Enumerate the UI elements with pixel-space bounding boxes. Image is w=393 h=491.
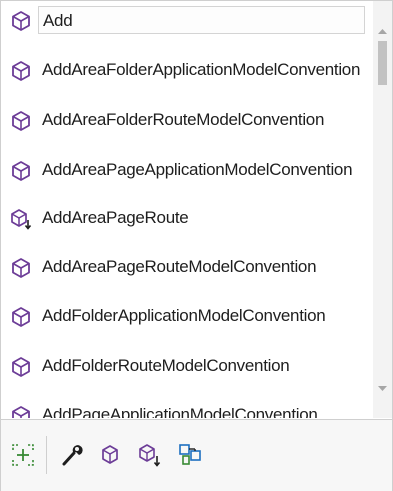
scroll-down-arrow-icon[interactable] [373,382,392,418]
completion-item-label: AddPageApplicationModelConvention [42,405,318,418]
completion-item-label: AddAreaPageRouteModelConvention [42,257,317,276]
completion-item-label: AddAreaFolderRouteModelConvention [42,110,325,129]
extension-method-icon [10,208,32,230]
method-icon [10,257,32,279]
method-icon [10,356,32,378]
vertical-scrollbar[interactable] [373,1,392,418]
method-filter-icon[interactable] [97,442,123,468]
method-icon [10,160,32,182]
class-filter-icon[interactable] [177,442,203,468]
completion-item[interactable]: AddFolderApplicationModelConvention [1,297,373,337]
scroll-up-arrow-icon[interactable] [373,1,392,37]
method-icon [10,10,32,32]
completion-filter-toolbar [1,419,392,491]
method-icon [10,110,32,132]
toolbar-separator [46,436,47,474]
method-icon [10,405,32,418]
completion-item[interactable]: AddAreaPageRouteModelConvention [1,248,373,288]
completion-list: Add AddAreaFolderApplicationModelConvent… [1,1,373,418]
scrollbar-thumb[interactable] [378,41,387,85]
completion-item[interactable]: AddPageApplicationModelConvention [1,396,373,418]
completion-item-label: AddAreaPageRoute [42,208,189,227]
completion-item[interactable]: AddAreaFolderApplicationModelConvention [1,51,373,91]
completion-item-add[interactable]: Add [1,1,373,41]
completion-item[interactable]: AddAreaFolderRouteModelConvention [1,101,373,141]
wrench-icon[interactable] [59,442,85,468]
completion-item[interactable]: AddFolderRouteModelConvention [1,347,373,387]
method-icon [10,306,32,328]
completion-popup: Add AddAreaFolderApplicationModelConvent… [0,0,393,491]
completion-item-label: AddFolderApplicationModelConvention [42,306,326,325]
completion-item[interactable]: AddAreaPageApplicationModelConvention [1,151,373,191]
completion-item-label: AddAreaPageApplicationModelConvention [42,160,353,179]
extension-method-filter-icon[interactable] [137,442,163,468]
completion-item-label: AddFolderRouteModelConvention [42,356,290,375]
completion-item-label: AddAreaFolderApplicationModelConvention [42,60,361,79]
target-typed-completion-icon[interactable] [10,442,36,468]
completion-item[interactable]: AddAreaPageRoute [1,199,373,239]
method-icon [10,60,32,82]
completion-item-label: Add [38,6,365,34]
